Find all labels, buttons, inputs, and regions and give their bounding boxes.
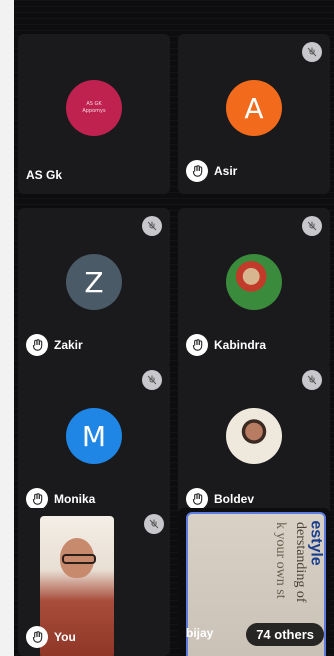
avatar-letter: M: [81, 419, 107, 453]
hand-raise-icon: [26, 626, 48, 648]
hand-raise-icon: [186, 160, 208, 182]
participant-name: Zakir: [54, 338, 83, 352]
participant-name: bijay: [186, 626, 214, 640]
avatar-photo: [226, 408, 282, 464]
avatar: Z: [66, 254, 122, 310]
participant-name: Kabindra: [214, 338, 267, 352]
participant-name: You: [54, 630, 76, 644]
mic-off-icon: [149, 519, 159, 529]
participant-tile[interactable]: A Asir: [178, 34, 330, 194]
hand-raise-icon: [26, 334, 48, 356]
self-video-tile[interactable]: You: [18, 508, 170, 656]
participant-name: Monika: [54, 492, 96, 506]
avatar: A: [226, 80, 282, 136]
participant-tile[interactable]: Boldev: [178, 362, 330, 522]
avatar: AS GK Appomys: [66, 80, 122, 136]
avatar-letter: A: [244, 91, 264, 125]
avatar-photo: [226, 254, 282, 310]
participant-name: Asir: [214, 164, 238, 178]
hand-raise-icon: [186, 334, 208, 356]
mic-off-icon: [147, 375, 157, 385]
mute-icon: [142, 370, 162, 390]
avatar-letter: Z: [84, 265, 104, 299]
name-row: Boldev: [186, 488, 254, 510]
mute-icon: [144, 514, 164, 534]
name-row: Monika: [26, 488, 95, 510]
others-count-badge[interactable]: 74 others: [246, 623, 324, 646]
name-row: AS Gk: [26, 168, 62, 182]
screen-share-tile[interactable]: derstanding of k your own st estyle bija…: [178, 508, 330, 656]
name-row: You: [26, 626, 76, 648]
participant-tile[interactable]: AS GK Appomys AS Gk: [18, 34, 170, 194]
mute-icon: [302, 42, 322, 62]
participant-tile[interactable]: Kabindra: [178, 208, 330, 368]
mute-icon: [302, 370, 322, 390]
name-row: Zakir: [26, 334, 83, 356]
share-brand: estyle: [307, 520, 325, 566]
mute-icon: [302, 216, 322, 236]
share-line-1: derstanding of: [293, 522, 308, 603]
glasses: [62, 554, 96, 564]
hand-raise-icon: [26, 488, 48, 510]
mic-off-icon: [307, 47, 317, 57]
participant-tile[interactable]: M Monika: [18, 362, 170, 522]
participant-name: Boldev: [214, 492, 255, 506]
mic-off-icon: [147, 221, 157, 231]
mic-off-icon: [307, 375, 317, 385]
mic-off-icon: [307, 221, 317, 231]
avatar: M: [66, 408, 122, 464]
participant-name: AS Gk: [26, 168, 63, 182]
name-row: Kabindra: [186, 334, 266, 356]
hand-raise-icon: [186, 488, 208, 510]
participant-tile[interactable]: Z Zakir: [18, 208, 170, 368]
meeting-grid: AS GK Appomys AS Gk A Asir Z Zakir Kabin…: [14, 0, 334, 656]
avatar-label: AS GK Appomys: [82, 101, 106, 114]
share-line-2: k your own st: [273, 522, 288, 599]
mute-icon: [142, 216, 162, 236]
name-row: Asir: [186, 160, 237, 182]
